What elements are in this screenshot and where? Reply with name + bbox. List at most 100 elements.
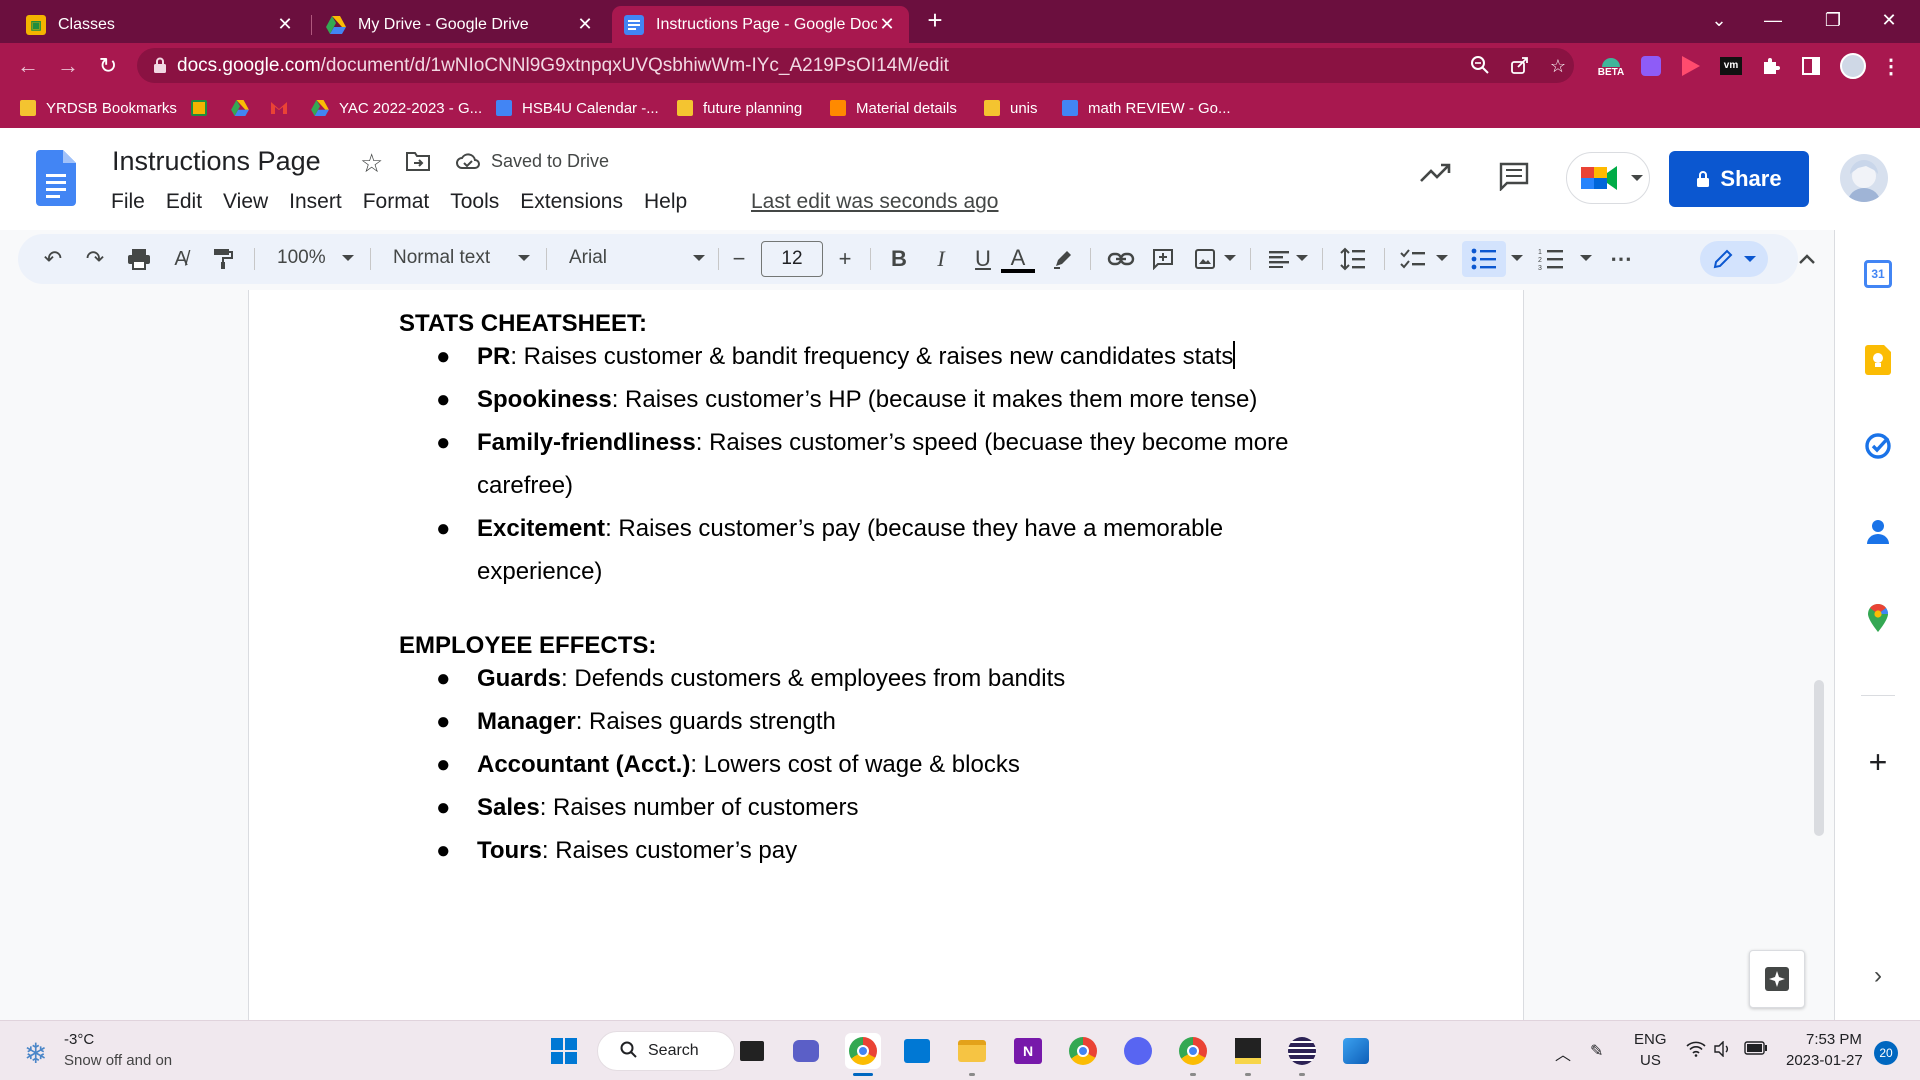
bookmark-classroom[interactable]	[191, 96, 217, 120]
tab-my-drive[interactable]: My Drive - Google Drive ✕	[314, 6, 607, 43]
snow-weather-icon[interactable]: ❄	[24, 1037, 47, 1070]
pen-icon[interactable]: ✎	[1590, 1041, 1603, 1061]
document-title[interactable]: Instructions Page	[112, 146, 321, 177]
star-icon[interactable]: ☆	[360, 148, 383, 179]
spellcheck-icon[interactable]: A̸	[166, 242, 196, 276]
align-left-icon[interactable]	[1264, 242, 1294, 276]
meet-button[interactable]	[1566, 152, 1650, 204]
notification-badge[interactable]: 20	[1874, 1041, 1898, 1065]
forward-button[interactable]: →	[54, 52, 82, 80]
font-size-input[interactable]: 12	[761, 241, 823, 277]
tab-instructions-page[interactable]: Instructions Page - Google Docs ✕	[612, 6, 909, 43]
comments-icon[interactable]	[1498, 161, 1530, 191]
bulleted-list-button[interactable]	[1462, 241, 1506, 277]
insert-link-icon[interactable]	[1104, 242, 1138, 276]
text-color-button[interactable]: A	[1000, 242, 1036, 276]
menu-edit[interactable]: Edit	[166, 190, 202, 214]
puzzle-extension-icon[interactable]	[1638, 53, 1664, 79]
google-maps-icon[interactable]	[1862, 602, 1894, 634]
language-indicator[interactable]: ENG	[1634, 1031, 1667, 1048]
close-tab-icon[interactable]: ✕	[275, 14, 295, 35]
bookmark-unis[interactable]: unis	[984, 96, 1038, 120]
underline-button[interactable]: U	[968, 242, 998, 276]
taskbar-search[interactable]: Search	[597, 1031, 735, 1071]
cloud-saved-icon[interactable]	[455, 151, 481, 171]
paragraph-style-select[interactable]: Normal text	[393, 247, 490, 269]
weather-description[interactable]: Snow off and on	[64, 1052, 172, 1069]
maximize-button[interactable]: ❐	[1810, 4, 1856, 36]
share-page-icon[interactable]	[1509, 55, 1531, 77]
eclipse-icon[interactable]	[1284, 1033, 1320, 1069]
italic-button[interactable]: I	[926, 242, 956, 276]
move-folder-icon[interactable]	[405, 150, 431, 172]
close-tab-icon[interactable]: ✕	[575, 14, 595, 35]
bookmark-drive[interactable]	[231, 96, 249, 120]
line-spacing-icon[interactable]	[1338, 242, 1368, 276]
file-explorer-icon[interactable]	[954, 1033, 990, 1069]
menu-file[interactable]: File	[111, 190, 145, 214]
google-keep-icon[interactable]	[1862, 344, 1894, 376]
show-hidden-icons-chevron[interactable]: ︿	[1555, 1041, 1571, 1065]
close-tab-icon[interactable]: ✕	[877, 14, 897, 35]
chrome-user-icon[interactable]	[1175, 1033, 1211, 1069]
font-select[interactable]: Arial	[569, 247, 607, 269]
new-tab-button[interactable]: +	[921, 7, 949, 35]
google-calendar-icon[interactable]: 31	[1862, 258, 1894, 290]
zoom-icon[interactable]	[1469, 55, 1491, 77]
print-icon[interactable]	[124, 242, 154, 276]
menu-view[interactable]: View	[223, 190, 268, 214]
chevron-right-icon[interactable]: ›	[1862, 960, 1894, 992]
profile-avatar[interactable]	[1840, 53, 1866, 79]
weather-temperature[interactable]: -3°C	[64, 1031, 94, 1048]
add-addon-icon[interactable]: +	[1862, 744, 1894, 780]
google-tasks-icon[interactable]	[1862, 430, 1894, 462]
arrow-extension-icon[interactable]	[1678, 53, 1704, 79]
bookmark-hsb4u[interactable]: HSB4U Calendar -...	[496, 96, 659, 120]
checklist-icon[interactable]	[1398, 242, 1428, 276]
more-menu-icon[interactable]: ⋮	[1878, 53, 1904, 79]
editing-mode-button[interactable]	[1700, 241, 1768, 277]
bookmark-yac[interactable]: YAC 2022-2023 - G...	[311, 96, 482, 120]
menu-extensions[interactable]: Extensions	[520, 190, 623, 214]
back-button[interactable]: ←	[14, 52, 42, 80]
clock-time[interactable]: 7:53 PM	[1806, 1031, 1862, 1048]
menu-insert[interactable]: Insert	[289, 190, 342, 214]
sticky-notes-icon[interactable]	[1230, 1033, 1266, 1069]
redo-icon[interactable]: ↷	[80, 242, 110, 276]
microsoft-store-icon[interactable]	[899, 1033, 935, 1069]
extensions-puzzle-icon[interactable]	[1758, 53, 1784, 79]
menu-format[interactable]: Format	[363, 190, 430, 214]
activity-trend-icon[interactable]	[1419, 161, 1453, 185]
bold-button[interactable]: B	[884, 242, 914, 276]
collapse-menus-icon[interactable]	[1792, 242, 1822, 276]
share-button[interactable]: Share	[1669, 151, 1809, 207]
chrome-icon[interactable]	[845, 1033, 881, 1069]
address-bar[interactable]: docs.google.com/document/d/1wNIoCNNl9G9x…	[137, 48, 1574, 83]
vm-extension-icon[interactable]: vm	[1718, 53, 1744, 79]
tab-search-chevron-icon[interactable]: ⌄	[1696, 4, 1742, 36]
keyboard-layout[interactable]: US	[1640, 1052, 1661, 1069]
menu-help[interactable]: Help	[644, 190, 687, 214]
reload-button[interactable]: ↻	[94, 52, 122, 80]
vertical-scrollbar[interactable]	[1814, 680, 1824, 836]
highlight-pen-icon[interactable]	[1048, 242, 1078, 276]
add-comment-icon[interactable]	[1148, 242, 1178, 276]
avatar[interactable]	[1840, 154, 1888, 202]
insert-image-icon[interactable]	[1190, 242, 1220, 276]
close-window-button[interactable]: ✕	[1866, 4, 1912, 36]
explore-button[interactable]	[1749, 950, 1805, 1008]
bookmark-material-details[interactable]: Material details	[830, 96, 957, 120]
video-chat-app-icon[interactable]	[788, 1033, 824, 1069]
decrease-font-size-button[interactable]: −	[724, 242, 754, 276]
undo-icon[interactable]: ↶	[38, 242, 68, 276]
photos-icon[interactable]	[1338, 1033, 1374, 1069]
beta-extension-icon[interactable]: BETA	[1598, 53, 1624, 79]
chrome-profile-icon[interactable]	[1065, 1033, 1101, 1069]
google-contacts-icon[interactable]	[1862, 516, 1894, 548]
zoom-select[interactable]: 100%	[277, 247, 326, 269]
wifi-icon[interactable]	[1686, 1041, 1706, 1062]
tab-classes[interactable]: ▣ Classes ✕	[14, 6, 307, 43]
bookmark-gmail[interactable]	[270, 96, 288, 120]
bookmark-future-planning[interactable]: future planning	[677, 96, 802, 120]
numbered-list-icon[interactable]: 123	[1536, 242, 1566, 276]
